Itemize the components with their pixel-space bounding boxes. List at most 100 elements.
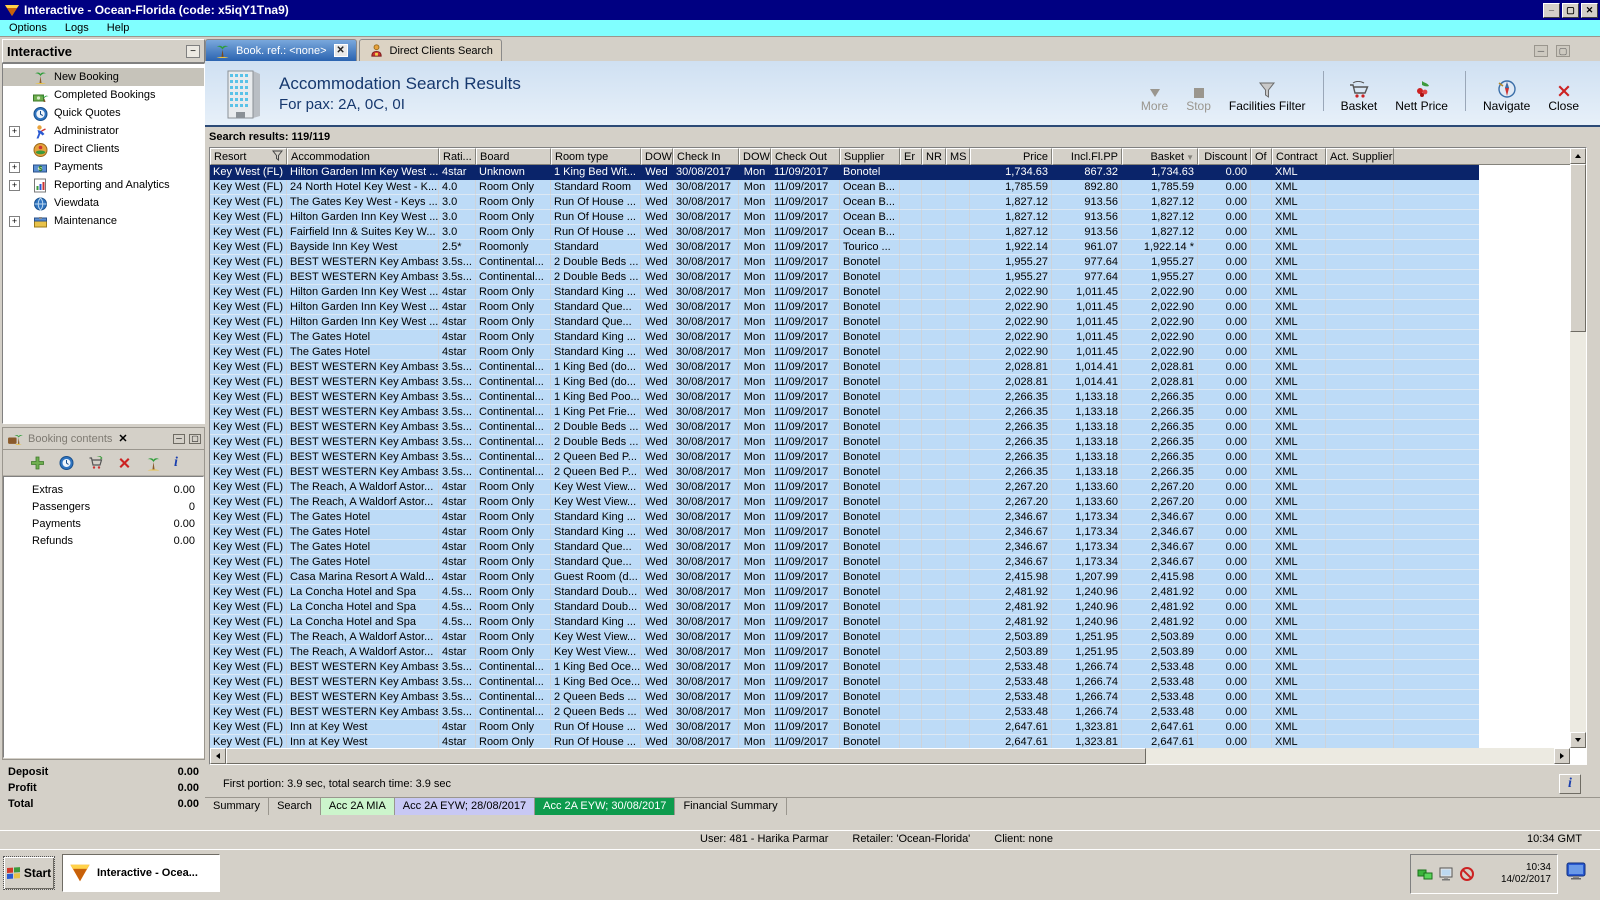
result-row[interactable]: Key West (FL) Inn at Key West 4star Room On…	[210, 720, 1479, 735]
result-row[interactable]: Key West (FL) BEST WESTERN Key Ambass... 3…	[210, 405, 1479, 420]
bottom-tab-search[interactable]: Search	[269, 798, 321, 815]
result-row[interactable]: Key West (FL) Hilton Garden Inn Key West …	[210, 165, 1479, 180]
result-row[interactable]: Key West (FL) BEST WESTERN Key Ambass... 3…	[210, 270, 1479, 285]
result-row[interactable]: Key West (FL) The Reach, A Waldorf Astor.…	[210, 645, 1479, 660]
column-header-board[interactable]: Board	[476, 148, 551, 165]
menu-help[interactable]: Help	[98, 22, 139, 34]
result-row[interactable]: Key West (FL) Hilton Garden Inn Key West …	[210, 285, 1479, 300]
result-row[interactable]: Key West (FL) La Concha Hotel and Spa 4.5s…	[210, 615, 1479, 630]
column-header-basket[interactable]: Basket ▼	[1122, 148, 1198, 165]
computer-icon[interactable]	[1438, 867, 1454, 881]
column-header-room-type[interactable]: Room type	[551, 148, 641, 165]
quote-clock-icon[interactable]	[58, 455, 75, 471]
result-row[interactable]: Key West (FL) BEST WESTERN Key Ambass... 3…	[210, 675, 1479, 690]
column-header-resort[interactable]: Resort	[210, 148, 287, 165]
result-row[interactable]: Key West (FL) Fairfield Inn & Suites Key …	[210, 225, 1479, 240]
result-row[interactable]: Key West (FL) La Concha Hotel and Spa 4.5s…	[210, 600, 1479, 615]
scroll-right-button[interactable]	[1554, 748, 1570, 764]
tree-expand-icon[interactable]: +	[9, 179, 20, 191]
result-row[interactable]: Key West (FL) Bayside Inn Key West 2.5* Roo…	[210, 240, 1479, 255]
sidebar-item-administrator[interactable]: + Administrator	[3, 122, 204, 140]
more-button[interactable]: More	[1134, 75, 1175, 115]
window-minimize-button[interactable]	[1543, 2, 1560, 18]
menu-logs[interactable]: Logs	[56, 22, 98, 34]
result-row[interactable]: Key West (FL) BEST WESTERN Key Ambass... 3…	[210, 465, 1479, 480]
result-row[interactable]: Key West (FL) BEST WESTERN Key Ambass... 3…	[210, 435, 1479, 450]
column-filter-icon[interactable]	[271, 150, 284, 164]
bottom-tab-acc-2a-mia[interactable]: Acc 2A MIA	[320, 798, 395, 815]
horizontal-scrollbar[interactable]	[210, 748, 1570, 764]
column-header-incl-fl-pp[interactable]: Incl.Fl.PP	[1052, 148, 1122, 165]
scroll-left-button[interactable]	[210, 748, 226, 764]
column-header-dow[interactable]: DOW	[641, 148, 673, 165]
booking-contents-row-payments[interactable]: Payments 0.00	[4, 515, 203, 532]
result-row[interactable]: Key West (FL) Inn at Key West 4star Room On…	[210, 735, 1479, 748]
result-row[interactable]: Key West (FL) BEST WESTERN Key Ambass... 3…	[210, 360, 1479, 375]
booking-contents-maximize-icon[interactable]: ▢	[189, 433, 201, 444]
booking-contents-close-icon[interactable]: ✕	[118, 432, 127, 445]
result-row[interactable]: Key West (FL) The Gates Hotel 4star Room On…	[210, 555, 1479, 570]
column-header-contract[interactable]: Contract	[1272, 148, 1326, 165]
sidebar-item-maintenance[interactable]: + Maintenance	[3, 212, 204, 230]
scroll-down-button[interactable]	[1570, 732, 1586, 748]
window-maximize-button[interactable]	[1562, 2, 1579, 18]
column-header-rati-[interactable]: Rati...	[439, 148, 476, 165]
result-row[interactable]: Key West (FL) 24 North Hotel Key West - K…	[210, 180, 1479, 195]
sidebar-collapse-button[interactable]: −	[186, 44, 200, 58]
nett-price-button[interactable]: Nett Price	[1388, 75, 1455, 115]
result-row[interactable]: Key West (FL) La Concha Hotel and Spa 4.5s…	[210, 585, 1479, 600]
result-row[interactable]: Key West (FL) The Reach, A Waldorf Astor.…	[210, 495, 1479, 510]
panel-restore-icon[interactable]: ▢	[1556, 45, 1570, 57]
start-button[interactable]: Start	[3, 856, 55, 890]
booking-contents-row-passengers[interactable]: Passengers 0	[4, 498, 203, 515]
result-row[interactable]: Key West (FL) The Gates Hotel 4star Room On…	[210, 540, 1479, 555]
result-row[interactable]: Key West (FL) BEST WESTERN Key Ambass... 3…	[210, 390, 1479, 405]
column-header-act-supplier[interactable]: Act. Supplier	[1326, 148, 1394, 165]
info-button[interactable]: i	[1559, 774, 1581, 794]
tab-direct-clients-search[interactable]: Direct Clients Search	[358, 39, 502, 61]
tree-expand-icon[interactable]: +	[9, 161, 20, 173]
menu-options[interactable]: Options	[0, 22, 56, 34]
sidebar-item-payments[interactable]: + $ Payments	[3, 158, 204, 176]
panel-minimize-icon[interactable]: ─	[1534, 45, 1548, 57]
tree-expand-icon[interactable]: +	[9, 215, 20, 227]
result-row[interactable]: Key West (FL) BEST WESTERN Key Ambass... 3…	[210, 660, 1479, 675]
window-close-button[interactable]	[1581, 2, 1598, 18]
close-button[interactable]: Close	[1541, 75, 1586, 115]
info-icon[interactable]: i	[174, 455, 178, 471]
result-row[interactable]: Key West (FL) The Reach, A Waldorf Astor.…	[210, 480, 1479, 495]
taskbar-clock[interactable]: 10:34 14/02/2017	[1501, 862, 1551, 886]
result-row[interactable]: Key West (FL) BEST WESTERN Key Ambass... 3…	[210, 450, 1479, 465]
column-header-accommodation[interactable]: Accommodation	[287, 148, 439, 165]
result-row[interactable]: Key West (FL) The Reach, A Waldorf Astor.…	[210, 630, 1479, 645]
bottom-tab-acc-2a-eyw-30-08-2017[interactable]: Acc 2A EYW; 30/08/2017	[535, 798, 676, 815]
column-header-supplier[interactable]: Supplier	[840, 148, 900, 165]
facilities-filter-button[interactable]: Facilities Filter	[1222, 75, 1313, 115]
result-row[interactable]: Key West (FL) BEST WESTERN Key Ambass... 3…	[210, 705, 1479, 720]
booking-contents-row-refunds[interactable]: Refunds 0.00	[4, 532, 203, 549]
result-row[interactable]: Key West (FL) BEST WESTERN Key Ambass... 3…	[210, 420, 1479, 435]
sidebar-item-viewdata[interactable]: Viewdata	[3, 194, 204, 212]
sidebar-item-completed-bookings[interactable]: Completed Bookings	[3, 86, 204, 104]
basket-button[interactable]: Basket	[1334, 75, 1385, 115]
result-row[interactable]: Key West (FL) Casa Marina Resort A Wald..…	[210, 570, 1479, 585]
delete-icon[interactable]	[116, 455, 133, 471]
column-header-discount[interactable]: Discount	[1198, 148, 1251, 165]
column-header-of[interactable]: Of	[1251, 148, 1272, 165]
sidebar-item-direct-clients[interactable]: Direct Clients	[3, 140, 204, 158]
booking-contents-minimize-icon[interactable]: ─	[173, 433, 185, 444]
column-header-dow[interactable]: DOW	[739, 148, 771, 165]
result-row[interactable]: Key West (FL) BEST WESTERN Key Ambass... 3…	[210, 375, 1479, 390]
sidebar-item-reporting-and-analytics[interactable]: + Reporting and Analytics	[3, 176, 204, 194]
navigate-button[interactable]: Navigate	[1476, 75, 1537, 115]
column-header-ms[interactable]: MS	[946, 148, 970, 165]
sidebar-item-new-booking[interactable]: New Booking	[3, 68, 204, 86]
tab-booking-ref[interactable]: Book. ref.: <none> ✕	[205, 39, 357, 61]
result-row[interactable]: Key West (FL) BEST WESTERN Key Ambass... 3…	[210, 690, 1479, 705]
scroll-up-button[interactable]	[1570, 148, 1586, 164]
stop-button[interactable]: Stop	[1179, 75, 1218, 115]
sidebar-item-quick-quotes[interactable]: Quick Quotes	[3, 104, 204, 122]
bottom-tab-financial-summary[interactable]: Financial Summary	[675, 798, 787, 815]
result-row[interactable]: Key West (FL) The Gates Hotel 4star Room On…	[210, 345, 1479, 360]
tab-close-icon[interactable]: ✕	[333, 44, 348, 57]
